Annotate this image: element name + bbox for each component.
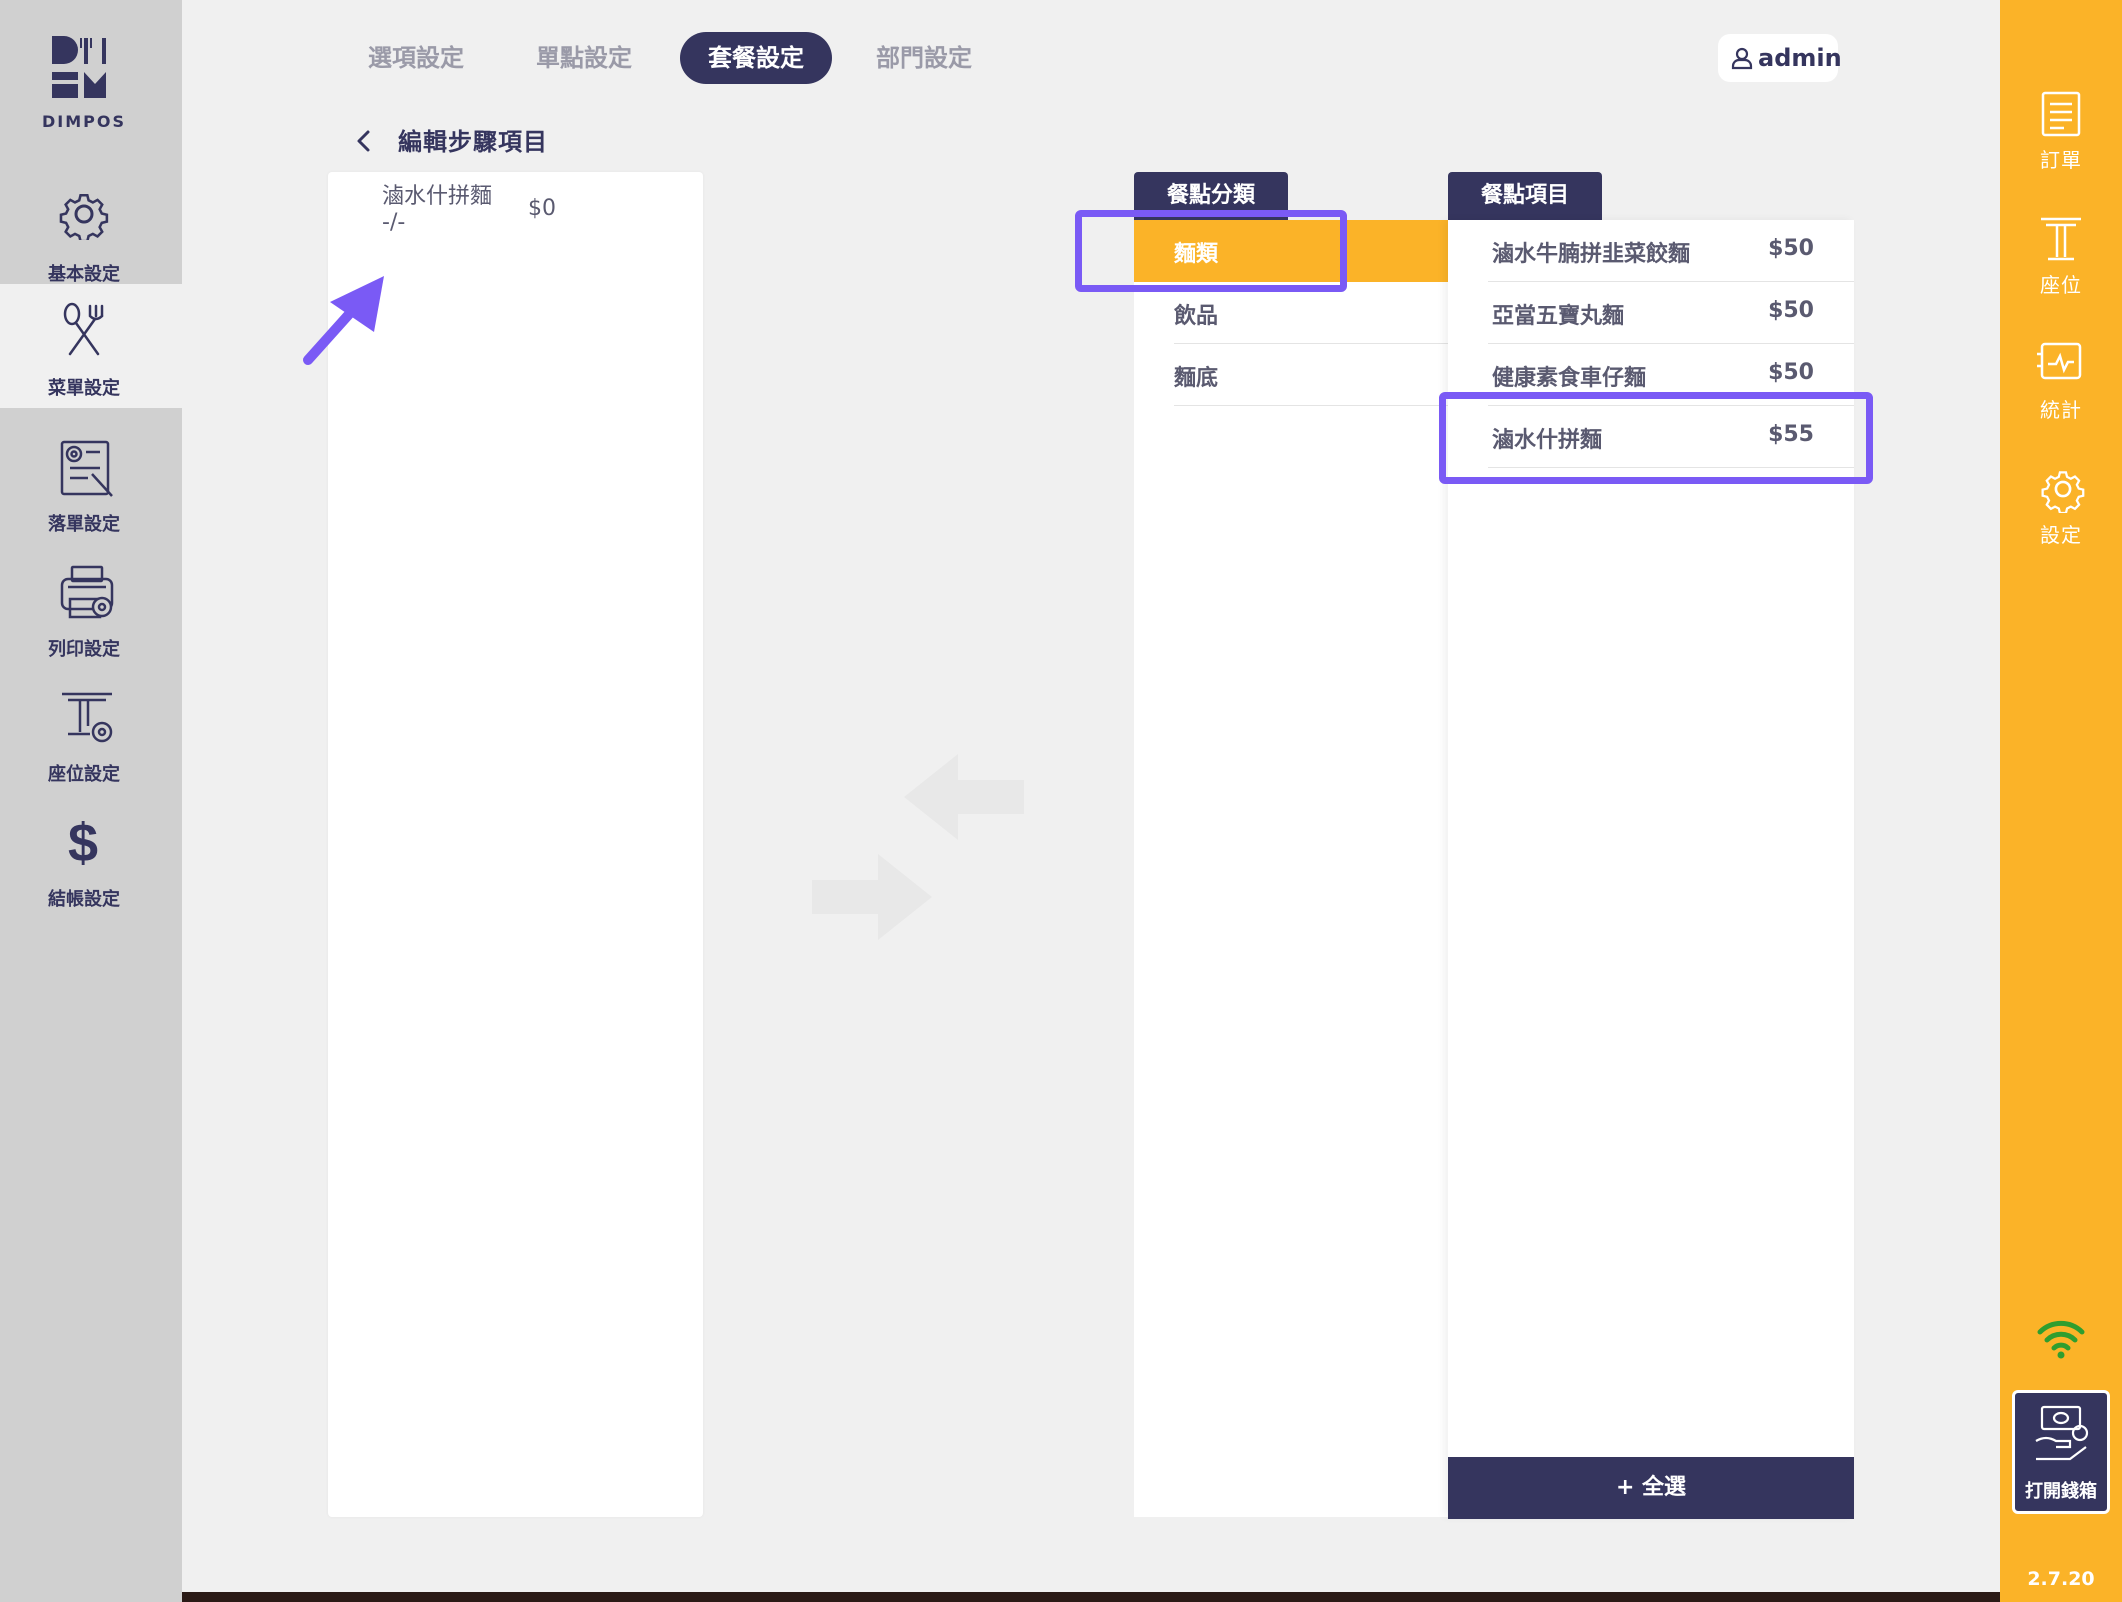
category-label: 飲品 — [1174, 304, 1219, 329]
menu-item[interactable]: 亞當五寶丸麵 $50 — [1448, 282, 1854, 344]
nav-label: 結帳設定 — [48, 889, 120, 910]
menu-item-name: 滷水什拼麵 — [1492, 428, 1603, 453]
category-label: 麵類 — [1174, 242, 1219, 267]
dimpos-logo: DIMPOS — [0, 28, 168, 132]
nav-label: 列印設定 — [48, 639, 120, 660]
menu-item-name: 滷水牛腩拼韭菜餃麵 — [1492, 242, 1691, 267]
rnav-settings[interactable]: 設定 — [2000, 465, 2122, 575]
selected-items-panel: 滷水什拼麵 -/- $0 — [328, 172, 703, 1517]
back-button[interactable] — [350, 124, 380, 158]
category-item-noodles[interactable]: 麵類 — [1134, 220, 1448, 282]
selected-item-options: -/- — [382, 210, 406, 235]
nav-seat-settings[interactable]: 座位設定 — [0, 670, 168, 794]
page-title: 編輯步驟項目 — [398, 128, 548, 156]
open-cash-drawer-button[interactable]: 打開錢箱 — [2012, 1390, 2110, 1514]
cash-drawer-label: 打開錢箱 — [2025, 1481, 2097, 1502]
menu-item[interactable]: 健康素食車仔麵 $50 — [1448, 344, 1854, 406]
rnav-label: 統計 — [2040, 398, 2082, 422]
category-item-noodle-base[interactable]: 麵底 — [1134, 344, 1448, 406]
selected-item-price: $0 — [528, 196, 556, 221]
menu-item-price: $50 — [1768, 236, 1814, 261]
nav-order-settings[interactable]: 落單設定 — [0, 420, 168, 544]
user-badge[interactable]: admin — [1718, 34, 1842, 82]
dollar-icon: $ — [68, 813, 98, 869]
rnav-label: 訂單 — [2040, 148, 2082, 172]
receipt-icon — [2041, 91, 2081, 137]
chevron-left-icon — [357, 130, 370, 152]
divider — [1174, 405, 1448, 406]
bottom-bar — [182, 1592, 2000, 1602]
utensils-icon — [63, 302, 104, 356]
menu-item-name: 健康素食車仔麵 — [1492, 366, 1647, 391]
annotation-arrow-icon — [303, 276, 384, 365]
nav-checkout-settings[interactable]: $ 結帳設定 — [0, 795, 168, 919]
divider — [1488, 467, 1854, 468]
nav-basic-settings[interactable]: 基本設定 — [0, 170, 168, 294]
category-label: 麵底 — [1174, 366, 1219, 391]
tab-single-items[interactable]: 單點設定 — [508, 32, 660, 84]
rnav-orders[interactable]: 訂單 — [2000, 90, 2122, 200]
username: admin — [1758, 44, 1842, 72]
menu-items-header: 餐點項目 — [1448, 172, 1602, 220]
stats-icon — [2037, 342, 2082, 380]
menu-items-list: 滷水牛腩拼韭菜餃麵 $50 亞當五寶丸麵 $50 健康素食車仔麵 $50 滷水什… — [1448, 220, 1854, 1517]
nav-label: 落單設定 — [48, 514, 120, 535]
nav-label: 菜單設定 — [48, 378, 120, 399]
select-all-button[interactable]: + 全選 — [1448, 1457, 1854, 1519]
gear-icon — [2041, 471, 2085, 513]
category-item-drinks[interactable]: 飲品 — [1134, 282, 1448, 344]
user-icon — [1731, 47, 1753, 70]
printer-icon — [60, 565, 114, 619]
cash-drawer-icon — [2035, 1405, 2089, 1461]
table-icon — [2041, 217, 2081, 261]
menu-item-price: $50 — [1768, 360, 1814, 385]
left-sidebar: DIMPOS 基本設定 菜單設定 落單設定 列印設定 座位設定 $ 結帳設定 — [0, 0, 182, 1602]
app-version: 2.7.20 — [2027, 1568, 2095, 1590]
menu-item-name: 亞當五寶丸麵 — [1492, 304, 1625, 329]
category-list: 麵類 飲品 麵底 — [1134, 220, 1448, 1517]
selected-item[interactable]: 滷水什拼麵 -/- $0 — [382, 176, 682, 248]
category-header: 餐點分類 — [1134, 172, 1288, 220]
rnav-stats[interactable]: 統計 — [2000, 340, 2122, 450]
logo-icon — [52, 36, 106, 98]
wifi-icon — [2037, 1320, 2085, 1359]
order-settings-icon — [60, 440, 113, 497]
gear-icon — [59, 193, 109, 240]
nav-menu-settings[interactable]: 菜單設定 — [0, 284, 182, 408]
tab-departments[interactable]: 部門設定 — [848, 32, 1000, 84]
move-right-arrow-icon[interactable] — [810, 852, 934, 942]
rnav-label: 設定 — [2040, 523, 2082, 547]
nav-label: 座位設定 — [48, 764, 120, 785]
right-sidebar: 訂單 座位 統計 設定 打開錢箱 2.7.20 — [2000, 0, 2122, 1602]
nav-print-settings[interactable]: 列印設定 — [0, 545, 168, 669]
logo-text: DIMPOS — [41, 112, 126, 131]
rnav-seats[interactable]: 座位 — [2000, 215, 2122, 325]
menu-item[interactable]: 滷水什拼麵 $55 — [1448, 406, 1854, 468]
nav-label: 基本設定 — [48, 264, 120, 285]
menu-item[interactable]: 滷水牛腩拼韭菜餃麵 $50 — [1448, 220, 1854, 282]
svg-text:$: $ — [68, 813, 98, 869]
move-left-arrow-icon[interactable] — [902, 752, 1026, 842]
rnav-label: 座位 — [2040, 273, 2082, 297]
menu-item-price: $50 — [1768, 298, 1814, 323]
selected-item-name: 滷水什拼麵 — [382, 184, 493, 209]
tab-set-meals[interactable]: 套餐設定 — [680, 32, 832, 84]
menu-item-price: $55 — [1768, 422, 1814, 447]
tab-options[interactable]: 選項設定 — [340, 32, 492, 84]
seat-icon — [62, 692, 113, 743]
